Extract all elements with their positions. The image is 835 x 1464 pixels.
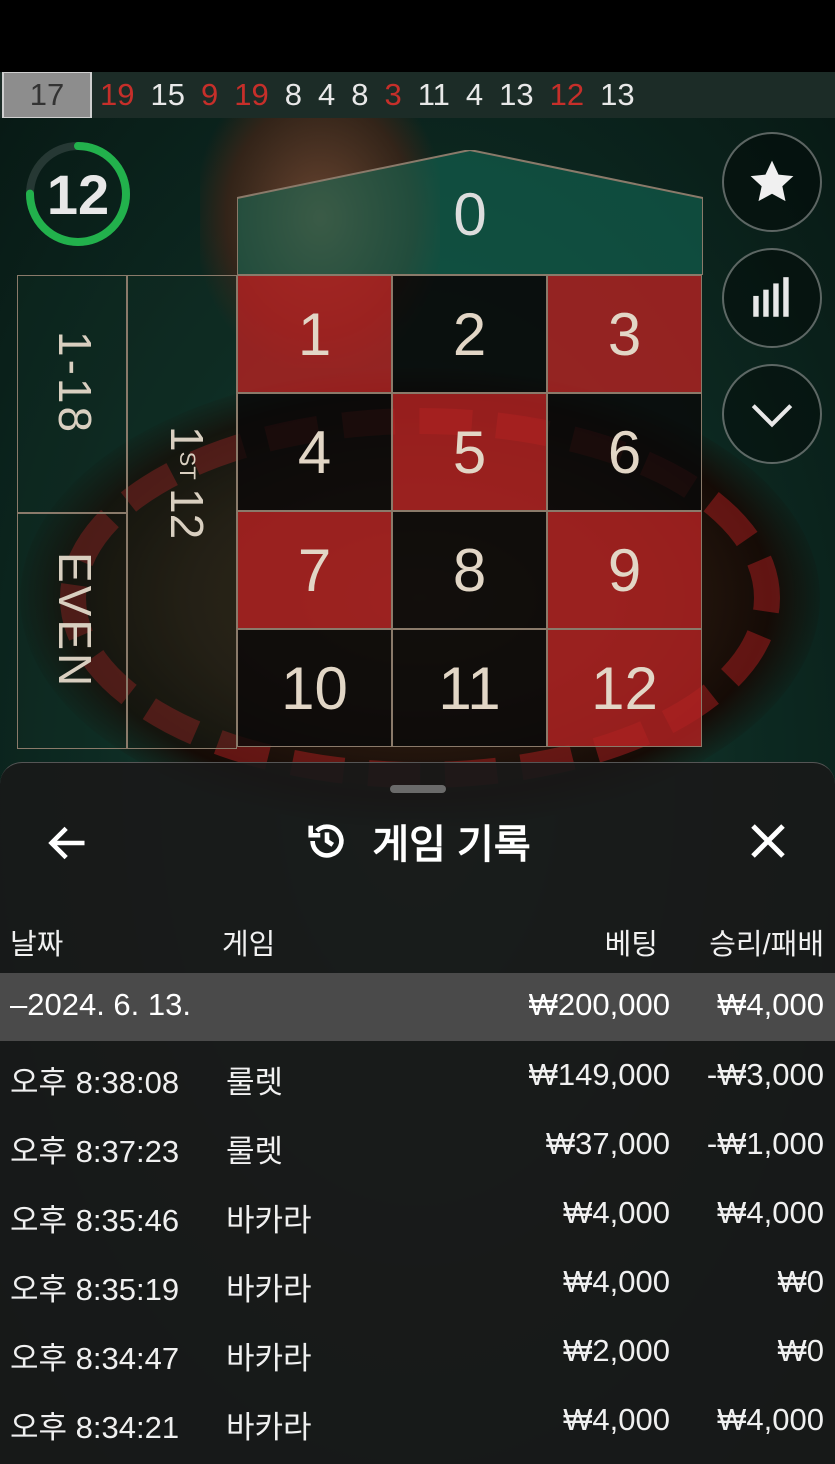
history-result: 8	[351, 77, 369, 112]
date-group-winloss: ₩4,000	[717, 987, 824, 1022]
history-result: 19	[234, 77, 269, 112]
star-icon	[750, 160, 794, 202]
latest-result: 17	[2, 72, 92, 118]
chevron-down-icon	[751, 404, 793, 428]
history-result: 4	[465, 77, 484, 112]
history-result: 3	[384, 77, 402, 112]
date-group-bet: ₩200,000	[528, 987, 670, 1022]
bet-spot-number[interactable]: 7	[237, 511, 392, 629]
row-game: 룰렛	[226, 1134, 284, 1169]
bet-spot-number[interactable]: 12	[547, 629, 702, 747]
row-winloss: ₩4,000	[717, 1195, 824, 1230]
timer-value: 12	[46, 162, 110, 226]
close-icon	[751, 824, 785, 858]
history-row[interactable]: 오후 8:34:47 바카라 ₩2,000 ₩0	[0, 1317, 835, 1386]
row-bet: ₩4,000	[563, 1402, 670, 1437]
bet-spot-number[interactable]: 6	[547, 393, 702, 511]
history-row[interactable]: 오후 8:35:19 바카라 ₩4,000 ₩0	[0, 1248, 835, 1317]
history-result: 4	[317, 77, 336, 112]
column-header-game: 게임	[222, 929, 276, 961]
bet-spot-number[interactable]: 10	[237, 629, 392, 747]
bet-spot-number[interactable]: 1	[237, 275, 392, 393]
row-bet: ₩2,000	[563, 1333, 670, 1368]
row-time: 오후 8:34:21	[10, 1410, 180, 1445]
row-bet: ₩149,000	[528, 1057, 670, 1092]
bet-spot-1st-12[interactable]: 1ST 12	[127, 275, 237, 749]
column-header-bet: 베팅	[604, 929, 658, 961]
countdown-timer: 12	[22, 138, 134, 250]
column-header-winloss: 승리/패배	[709, 929, 824, 961]
dozen-ordinal-suffix: ST	[175, 451, 200, 480]
row-time: 오후 8:37:23	[10, 1134, 180, 1169]
row-game: 바카라	[226, 1203, 312, 1238]
row-game: 바카라	[226, 1341, 312, 1376]
history-result: 19	[100, 77, 135, 112]
bet-spot-1-18-label: 1-18	[49, 331, 101, 436]
close-button[interactable]	[740, 813, 796, 869]
game-history-panel: 게임 기록 날짜 게임 베팅 승리/패배 –2024. 6. 13. ₩200,…	[0, 762, 835, 1464]
history-row[interactable]: 오후 8:34:21 바카라 ₩4,000 ₩4,000	[0, 1386, 835, 1455]
bet-spot-number[interactable]: 3	[547, 275, 702, 393]
date-group-row[interactable]: –2024. 6. 13. ₩200,000 ₩4,000	[0, 973, 835, 1041]
row-time: 오후 8:38:08	[10, 1065, 180, 1100]
history-result: 13	[600, 77, 635, 112]
bet-spot-even-label: EVEN	[49, 552, 101, 690]
row-time: 오후 8:35:19	[10, 1272, 180, 1307]
results-history-strip: 17 19 15 9 19 8 4 8 3 11 4 13 12 13	[0, 72, 835, 118]
status-bar	[0, 0, 835, 72]
zero-label: 0	[453, 181, 487, 248]
bet-spot-1-18[interactable]: 1-18	[17, 275, 127, 513]
bet-spot-number[interactable]: 5	[392, 393, 547, 511]
row-game: 룰렛	[226, 1065, 284, 1100]
dozen-number: 12	[161, 487, 213, 539]
history-result: 15	[150, 77, 185, 112]
history-row[interactable]: 오후 8:35:46 바카라 ₩4,000 ₩4,000	[0, 1179, 835, 1248]
row-winloss: -₩3,000	[706, 1057, 824, 1092]
history-result: 9	[200, 77, 219, 112]
bet-spot-1st-12-label: 1ST 12	[160, 426, 214, 539]
date-group-date: –2024. 6. 13.	[10, 987, 191, 1022]
history-result: 13	[499, 77, 534, 112]
panel-header: 게임 기록	[0, 811, 835, 871]
history-result: 12	[549, 77, 585, 112]
column-header-date: 날짜	[10, 929, 64, 961]
history-icon	[308, 824, 344, 858]
bet-spot-number[interactable]: 4	[237, 393, 392, 511]
bet-spot-even[interactable]: EVEN	[17, 513, 127, 749]
statistics-icon	[753, 277, 789, 317]
bet-spot-number[interactable]: 9	[547, 511, 702, 629]
history-result: 11	[417, 77, 450, 112]
bet-spot-number[interactable]: 8	[392, 511, 547, 629]
panel-drag-handle[interactable]	[390, 785, 446, 793]
panel-title: 게임 기록	[372, 823, 531, 867]
row-winloss: ₩0	[777, 1333, 825, 1368]
history-row[interactable]: 오후 8:38:08 룰렛 ₩149,000 -₩3,000	[0, 1041, 835, 1110]
row-bet: ₩4,000	[563, 1264, 670, 1299]
bet-spot-number[interactable]: 11	[392, 629, 547, 747]
row-time: 오후 8:34:47	[10, 1341, 180, 1376]
collapse-button[interactable]	[722, 364, 822, 464]
history-result: 8	[284, 77, 302, 112]
row-winloss: ₩0	[777, 1264, 825, 1299]
row-time: 오후 8:35:46	[10, 1203, 180, 1238]
bet-spot-zero[interactable]: 0	[236, 148, 704, 276]
row-bet: ₩4,000	[563, 1195, 670, 1230]
statistics-button[interactable]	[722, 248, 822, 348]
row-bet: ₩37,000	[545, 1126, 670, 1161]
row-game: 바카라	[226, 1272, 312, 1307]
dozen-number-prefix: 1	[161, 426, 213, 452]
row-winloss: -₩1,000	[706, 1126, 824, 1161]
favorites-button[interactable]	[722, 132, 822, 232]
bet-spot-number[interactable]: 2	[392, 275, 547, 393]
row-game: 바카라	[226, 1410, 312, 1445]
history-row[interactable]: 오후 8:37:23 룰렛 ₩37,000 -₩1,000	[0, 1110, 835, 1179]
row-winloss: ₩4,000	[717, 1402, 824, 1437]
